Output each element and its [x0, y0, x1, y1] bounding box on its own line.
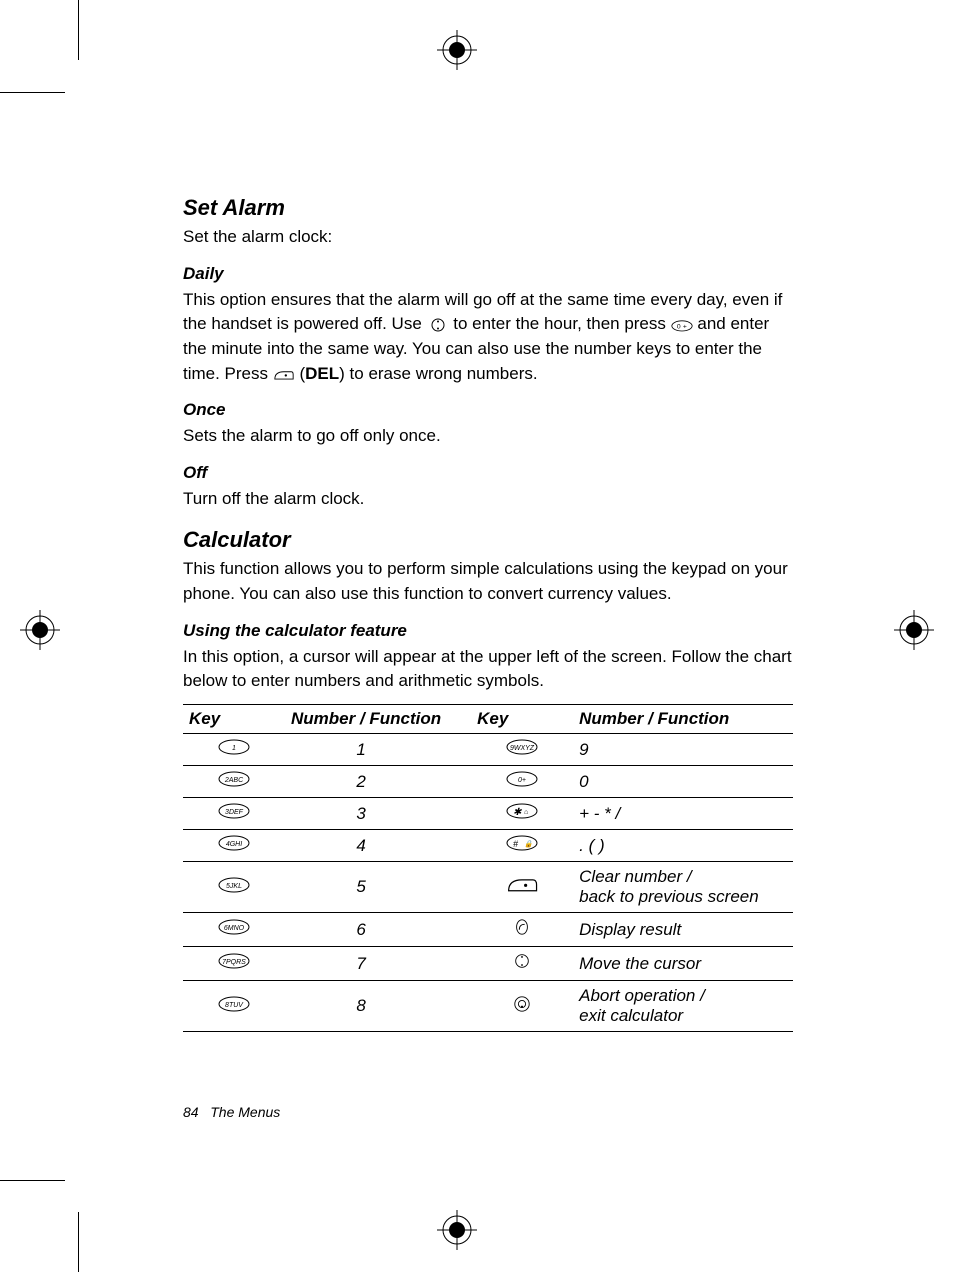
crop-mark	[0, 92, 65, 93]
key-icon-0+: 0+	[471, 766, 573, 798]
key-icon-nav	[471, 947, 573, 981]
key-icon-#: #🔒	[471, 830, 573, 862]
key-function-right: 9	[573, 734, 793, 766]
navigation-key-icon	[427, 315, 449, 329]
key-function-table: Key Number / Function Key Number / Funct…	[183, 704, 793, 1032]
page-content: Set Alarm Set the alarm clock: Daily Thi…	[183, 195, 793, 1032]
table-row: 3DEF3✱⌂+ - * /	[183, 798, 793, 830]
svg-text:✱: ✱	[513, 807, 522, 818]
table-row: 1 1 9WXYZ 9	[183, 734, 793, 766]
daily-text-5: ) to erase wrong numbers.	[339, 364, 537, 383]
daily-text-2: to enter the hour, then press	[453, 314, 670, 333]
key-function-right: Clear number /back to previous screen	[573, 862, 793, 913]
svg-text:0+: 0+	[518, 777, 526, 784]
heading-daily: Daily	[183, 264, 793, 284]
off-body: Turn off the alarm clock.	[183, 487, 793, 512]
table-row: 2ABC 2 0+ 0	[183, 766, 793, 798]
key-icon-8tuv: 8TUV	[183, 981, 285, 1032]
key-function-right: Move the cursor	[573, 947, 793, 981]
key-icon-9wxyz: 9WXYZ	[471, 734, 573, 766]
key-function-right: Display result	[573, 913, 793, 947]
svg-text:5JKL: 5JKL	[226, 883, 242, 890]
key-icon-2abc: 2ABC	[183, 766, 285, 798]
table-row: 6MNO 6 Display result	[183, 913, 793, 947]
del-label: DEL	[305, 364, 339, 383]
key-icon-1: 1	[183, 734, 285, 766]
crop-mark	[78, 1212, 79, 1272]
key-icon-send	[471, 913, 573, 947]
key-icon-3def: 3DEF	[183, 798, 285, 830]
svg-text:#: #	[513, 839, 519, 849]
key-icon-4ghi: 4GHI	[183, 830, 285, 862]
svg-text:9WXYZ: 9WXYZ	[510, 745, 535, 752]
th-key-2: Key	[471, 705, 573, 734]
registration-mark-right	[894, 610, 934, 650]
th-key-1: Key	[183, 705, 285, 734]
key-icon-6mno: 6MNO	[183, 913, 285, 947]
svg-text:8TUV: 8TUV	[225, 1002, 244, 1009]
page-number: 84	[183, 1104, 199, 1120]
crop-mark	[78, 0, 79, 60]
table-row: 8TUV 8 Abort operation /exit calculator	[183, 981, 793, 1032]
registration-mark-left	[20, 610, 60, 650]
table-row: 7PQRS 7 Move the cursor	[183, 947, 793, 981]
key-function-right: . ( )	[573, 830, 793, 862]
svg-text:4GHI: 4GHI	[226, 841, 242, 848]
th-fn-1: Number / Function	[285, 705, 471, 734]
key-icon-soft-r	[471, 862, 573, 913]
zero-plus-key-icon: 0+	[671, 315, 693, 329]
svg-text:6MNO: 6MNO	[224, 925, 245, 932]
key-function-left: 5	[285, 862, 471, 913]
registration-mark-top	[437, 30, 477, 70]
key-function-left: 7	[285, 947, 471, 981]
svg-text:🔒: 🔒	[524, 840, 533, 848]
once-body: Sets the alarm to go off only once.	[183, 424, 793, 449]
key-icon-*: ✱⌂	[471, 798, 573, 830]
heading-calculator: Calculator	[183, 527, 793, 553]
key-icon-end	[471, 981, 573, 1032]
key-function-right: + - * /	[573, 798, 793, 830]
key-function-right: 0	[573, 766, 793, 798]
key-icon-5jkl: 5JKL	[183, 862, 285, 913]
page-footer: 84 The Menus	[183, 1104, 280, 1120]
heading-set-alarm: Set Alarm	[183, 195, 793, 221]
daily-body: This option ensures that the alarm will …	[183, 288, 793, 387]
key-function-left: 1	[285, 734, 471, 766]
heading-off: Off	[183, 463, 793, 483]
using-calculator-body: In this option, a cursor will appear at …	[183, 645, 793, 694]
table-row: 5JKL 5 Clear number /back to previous scre…	[183, 862, 793, 913]
calculator-intro: This function allows you to perform simp…	[183, 557, 793, 606]
table-row: 4GHI4#🔒. ( )	[183, 830, 793, 862]
key-function-left: 4	[285, 830, 471, 862]
svg-text:2ABC: 2ABC	[224, 777, 244, 784]
set-alarm-intro: Set the alarm clock:	[183, 225, 793, 250]
svg-text:0: 0	[677, 324, 681, 331]
svg-text:3DEF: 3DEF	[225, 809, 244, 816]
right-softkey-icon	[273, 365, 295, 379]
key-function-left: 2	[285, 766, 471, 798]
svg-text:1: 1	[232, 745, 236, 752]
svg-text:7PQRS: 7PQRS	[222, 959, 246, 966]
key-function-left: 3	[285, 798, 471, 830]
footer-section: The Menus	[210, 1104, 280, 1120]
svg-text:+: +	[682, 324, 686, 331]
registration-mark-bottom	[437, 1210, 477, 1250]
key-function-right: Abort operation /exit calculator	[573, 981, 793, 1032]
key-icon-7pqrs: 7PQRS	[183, 947, 285, 981]
key-function-left: 8	[285, 981, 471, 1032]
key-function-left: 6	[285, 913, 471, 947]
heading-using-calculator: Using the calculator feature	[183, 621, 793, 641]
crop-mark	[0, 1180, 65, 1181]
svg-text:⌂: ⌂	[524, 809, 528, 816]
th-fn-2: Number / Function	[573, 705, 793, 734]
heading-once: Once	[183, 400, 793, 420]
